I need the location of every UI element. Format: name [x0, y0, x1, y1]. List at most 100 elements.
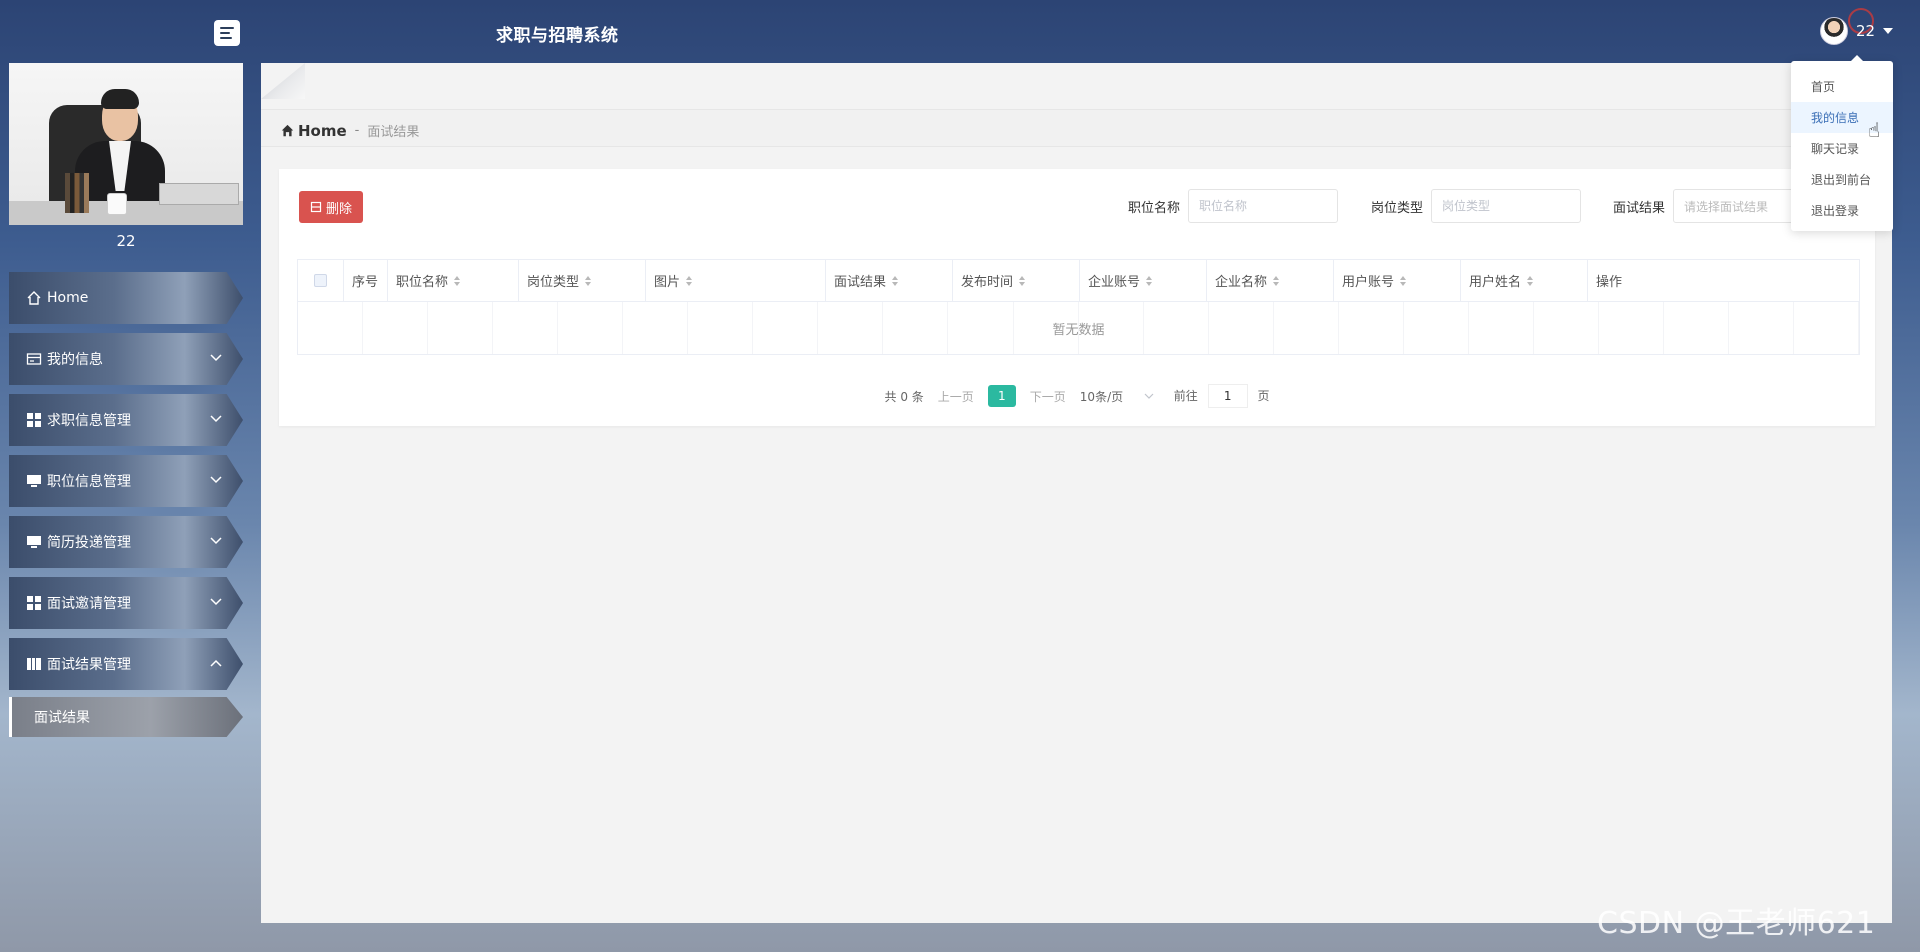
filter-label: 岗位类型 [1371, 200, 1424, 216]
filter-label: 职位名称 [1128, 200, 1181, 216]
watermark: CSDN @王老师621 [1597, 906, 1876, 941]
goto-page-input[interactable] [1207, 384, 1248, 408]
breadcrumb: Home - 面试结果 [281, 121, 419, 140]
column-header[interactable]: 发布时间 [953, 260, 1080, 301]
breadcrumb-current: 面试结果 [367, 125, 420, 140]
sidebar-item-label: 简历投递管理 [47, 535, 131, 551]
page-number-button[interactable]: 1 [987, 385, 1016, 407]
sidebar-item-job-seeking[interactable]: 求职信息管理 [9, 394, 243, 446]
chevron-down-icon [1144, 393, 1154, 399]
column-header[interactable]: 图片 [646, 260, 826, 301]
home-icon [25, 289, 43, 307]
chevron-down-icon [210, 595, 222, 609]
select-all-checkbox[interactable] [314, 274, 327, 287]
sidebar-item-interview-results[interactable]: 面试结果管理 [9, 638, 243, 690]
user-menu-trigger[interactable]: 22 [1820, 16, 1894, 46]
sort-icon[interactable] [1273, 275, 1280, 286]
sort-icon[interactable] [892, 275, 899, 286]
main-panel: Home - 面试结果 删除 职位名称 岗位类型 面试结果 请选择面试结 [261, 63, 1892, 923]
sidebar-item-resume-delivery[interactable]: 简历投递管理 [9, 516, 243, 568]
book-icon [25, 655, 43, 673]
sort-icon[interactable] [1146, 275, 1153, 286]
next-page-button[interactable]: 下一页 [1030, 388, 1066, 405]
column-header[interactable]: 用户账号 [1334, 260, 1461, 301]
sidebar-item-home[interactable]: Home [9, 272, 243, 324]
column-header[interactable]: 岗位类型 [519, 260, 646, 301]
grid-icon [25, 411, 43, 429]
username-label[interactable]: 22 [1856, 22, 1875, 40]
results-table: 序号 职位名称 岗位类型 图片 面试结果 发布时间 企业账号 企业名称 用户账号… [297, 259, 1860, 355]
sidebar-item-interview-invites[interactable]: 面试邀请管理 [9, 577, 243, 629]
card-icon [25, 350, 43, 368]
user-dropdown-menu: 首页 我的信息 聊天记录 退出到前台 退出登录 [1791, 55, 1893, 231]
column-header[interactable]: 企业名称 [1207, 260, 1334, 301]
goto-page: 前往 页 [1173, 384, 1270, 408]
filter-position-name: 职位名称 [1128, 189, 1339, 223]
column-header[interactable]: 职位名称 [388, 260, 519, 301]
sort-icon[interactable] [1400, 275, 1407, 286]
profile-name: 22 [116, 232, 136, 250]
sidebar-item-label: 面试结果管理 [47, 657, 131, 673]
menu-item-exit-to-frontend[interactable]: 退出到前台 [1791, 164, 1893, 195]
menu-item-home[interactable]: 首页 [1791, 71, 1893, 102]
breadcrumb-separator: - [354, 123, 360, 138]
chevron-down-icon [210, 473, 222, 487]
sort-icon[interactable] [585, 275, 592, 286]
sidebar-subitem-label: 面试结果 [34, 710, 90, 726]
sidebar-item-label: 我的信息 [47, 352, 103, 368]
column-header[interactable]: 用户姓名 [1461, 260, 1588, 301]
monitor-icon [25, 472, 43, 490]
pointer-cursor-icon: ☝ [1868, 118, 1881, 142]
sidebar-subitem-interview-results[interactable]: 面试结果 [9, 697, 243, 737]
column-header[interactable]: 企业账号 [1080, 260, 1207, 301]
app-title: 求职与招聘系统 [496, 26, 619, 46]
caret-down-icon[interactable] [1883, 28, 1894, 34]
user-avatar[interactable] [1820, 17, 1848, 45]
job-type-input[interactable] [1431, 189, 1582, 223]
sidebar-item-label: 面试邀请管理 [47, 596, 131, 612]
monitor-icon [25, 533, 43, 551]
sidebar-item-label: 求职信息管理 [47, 413, 131, 429]
grid-icon [25, 594, 43, 612]
page-fold-decoration [261, 63, 305, 99]
empty-text: 暂无数据 [1052, 322, 1105, 338]
breadcrumb-home[interactable]: Home [281, 122, 347, 140]
sidebar-item-my-info[interactable]: 我的信息 [9, 333, 243, 385]
column-header[interactable]: 面试结果 [826, 260, 953, 301]
table-empty-row: 暂无数据 [298, 302, 1860, 354]
column-header: 操作 [1596, 275, 1623, 290]
sidebar-item-label: Home [47, 290, 89, 306]
delete-button[interactable]: 删除 [299, 191, 363, 223]
goto-label: 前往 [1173, 389, 1198, 403]
profile-photo [9, 63, 243, 225]
prev-page-button[interactable]: 上一页 [938, 388, 974, 405]
page-size-select[interactable]: 10条/页 [1080, 388, 1160, 405]
delete-button-label[interactable]: 删除 [326, 198, 352, 217]
page-size-value: 10条/页 [1079, 389, 1124, 404]
chevron-up-icon [210, 656, 222, 670]
sidebar-item-positions[interactable]: 职位信息管理 [9, 455, 243, 507]
menu-toggle-button[interactable] [214, 20, 240, 46]
sort-icon[interactable] [686, 275, 693, 286]
menu-item-logout[interactable]: 退出登录 [1791, 195, 1893, 226]
sort-icon[interactable] [1527, 275, 1534, 286]
chevron-down-icon [210, 351, 222, 365]
breadcrumb-bar: Home - 面试结果 [261, 109, 1892, 147]
top-bar: 求职与招聘系统 22 [0, 0, 1920, 62]
pagination-total: 共 0 条 [884, 389, 924, 404]
sort-icon[interactable] [1019, 275, 1026, 286]
goto-suffix: 页 [1257, 389, 1270, 403]
content-card: 删除 职位名称 岗位类型 面试结果 请选择面试结果 [279, 169, 1875, 426]
chevron-down-icon [210, 412, 222, 426]
column-header: 序号 [344, 260, 388, 301]
select-placeholder: 请选择面试结果 [1684, 199, 1769, 214]
toolbar: 删除 职位名称 岗位类型 面试结果 请选择面试结果 [279, 169, 1875, 241]
filter-label: 面试结果 [1613, 200, 1666, 216]
trash-icon [310, 201, 322, 213]
breadcrumb-home-label[interactable]: Home [298, 122, 347, 140]
position-name-input[interactable] [1188, 189, 1339, 223]
sidebar-item-label: 职位信息管理 [47, 474, 131, 490]
table-header: 序号 职位名称 岗位类型 图片 面试结果 发布时间 企业账号 企业名称 用户账号… [298, 260, 1859, 302]
sort-icon[interactable] [454, 275, 461, 286]
pagination: 共 0 条 上一页 1 下一页 10条/页 前往 页 [279, 381, 1875, 411]
